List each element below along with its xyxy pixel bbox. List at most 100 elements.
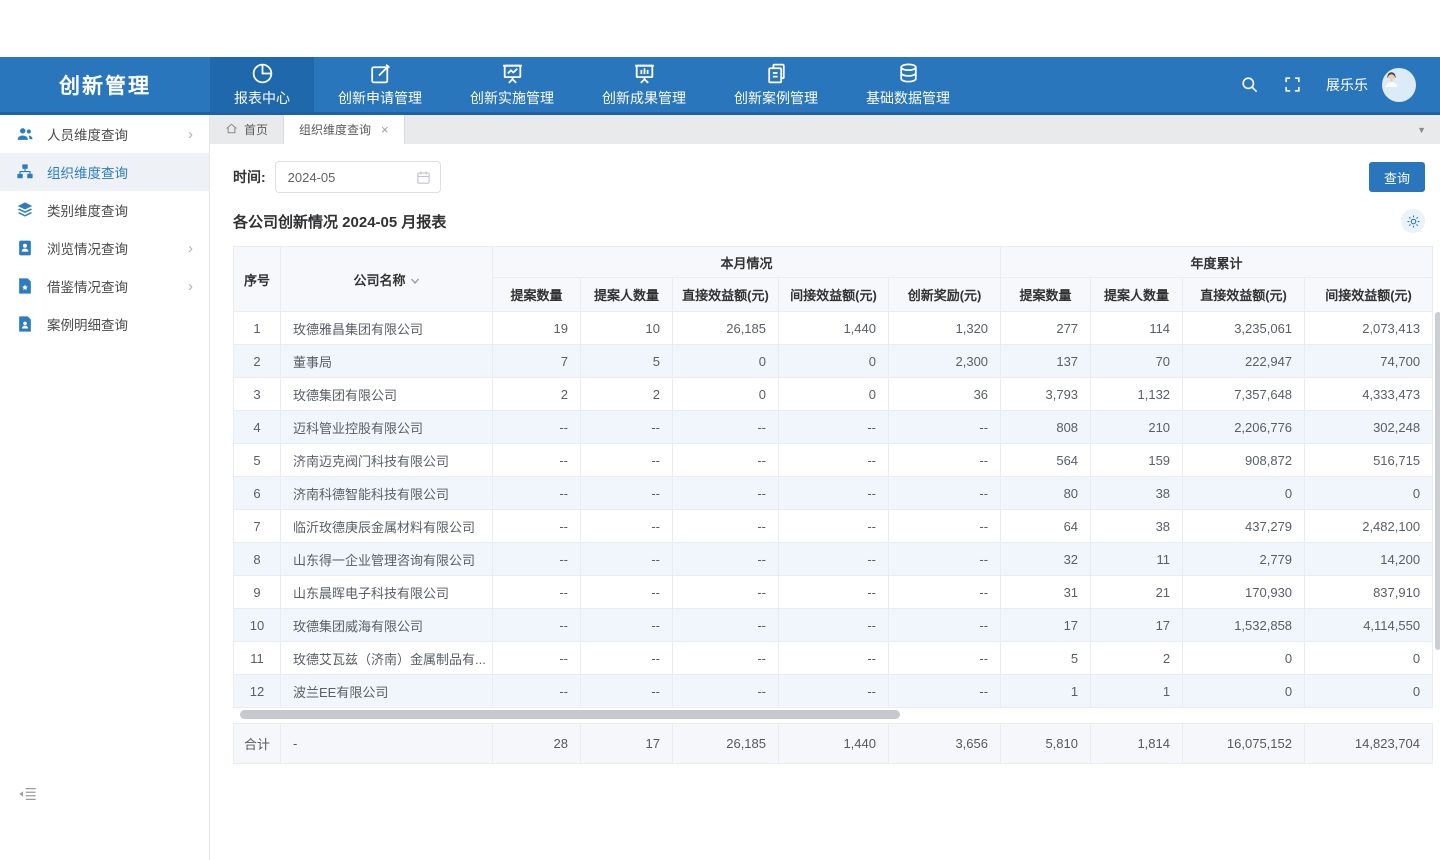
row-index-cell: 6 [234,477,281,510]
value-cell: 0 [779,345,889,378]
table-header: 序号 公司名称 本月情况 年度累计 提案数量 提案人数量 直接效益额(元) 间接… [234,247,1433,312]
value-cell: 5 [1001,642,1091,675]
sidebar-item-browse-status[interactable]: 浏览情况查询 › [0,229,209,267]
nav-item-innovation-results[interactable]: 创新成果管理 [578,57,710,112]
value-cell: -- [779,609,889,642]
value-cell: 277 [1001,312,1091,345]
sidebar: 人员维度查询 › 组织维度查询 类别维度查询 [0,115,210,860]
table-row: 12波兰EE有限公司----------1100 [234,675,1433,708]
sidebar-collapse-icon[interactable] [19,786,37,802]
value-cell: 21 [1091,576,1183,609]
value-cell: -- [779,576,889,609]
value-cell: 1,532,858 [1183,609,1305,642]
tab-org-dimension-query[interactable]: 组织维度查询 × [284,115,405,144]
horizontal-scrollbar-thumb[interactable] [240,710,900,719]
summary-row: 合计-281726,1851,4403,6565,8101,81416,075,… [234,724,1433,764]
sidebar-item-person-dimension[interactable]: 人员维度查询 › [0,115,209,153]
value-cell: 2,073,413 [1305,312,1433,345]
value-cell: 114 [1091,312,1183,345]
company-name-cell: 济南迈克阀门科技有限公司 [281,444,493,477]
summary-table: 合计-281726,1851,4403,6565,8101,81416,075,… [233,723,1433,764]
value-cell: -- [493,576,581,609]
tab-home[interactable]: 首页 [210,115,284,144]
sidebar-item-label: 人员维度查询 [47,124,128,144]
sort-caret-icon [410,276,420,286]
database-icon [896,61,921,86]
value-cell: -- [889,477,1001,510]
chevron-right-icon: › [188,127,193,142]
top-navbar: 创新管理 报表中心 创新申请管理 [0,57,1440,115]
col-header: 提案数量 [1001,278,1091,312]
table-row: 5济南迈克阀门科技有限公司----------564159908,872516,… [234,444,1433,477]
summary-label-cell: 合计 [234,724,281,764]
fullscreen-icon[interactable] [1283,75,1302,94]
col-header: 提案数量 [493,278,581,312]
nav-item-label: 基础数据管理 [866,88,950,108]
value-cell: -- [889,675,1001,708]
tab-list-dropdown-icon[interactable]: ▼ [1417,125,1440,135]
nav-item-base-data[interactable]: 基础数据管理 [842,57,974,112]
value-cell: -- [493,675,581,708]
value-cell: -- [581,576,673,609]
value-cell: -- [889,411,1001,444]
value-cell: 3,793 [1001,378,1091,411]
report-header: 各公司创新情况 2024-05 月报表 [233,209,1440,233]
value-cell: 74,700 [1305,345,1433,378]
tab-label: 首页 [244,121,268,138]
company-name-cell: 玫德雅昌集团有限公司 [281,312,493,345]
value-cell: 0 [1305,675,1433,708]
sidebar-item-org-dimension[interactable]: 组织维度查询 [0,153,209,191]
table-settings-button[interactable] [1401,209,1425,233]
col-header-company[interactable]: 公司名称 [281,247,493,312]
search-button[interactable]: 查询 [1369,162,1425,192]
value-cell: 1,440 [779,312,889,345]
value-cell: -- [673,510,779,543]
row-index-cell: 1 [234,312,281,345]
row-index-cell: 5 [234,444,281,477]
company-name-cell: 山东得一企业管理咨询有限公司 [281,543,493,576]
value-cell: -- [581,642,673,675]
value-cell: -- [493,609,581,642]
vertical-scrollbar-thumb[interactable] [1435,312,1440,650]
sidebar-item-reference-status[interactable]: 借鉴情况查询 › [0,267,209,305]
table-body: 1玫德雅昌集团有限公司191026,1851,4401,3202771143,2… [234,312,1433,708]
value-cell: -- [673,543,779,576]
table-row: 6济南科德智能科技有限公司----------803800 [234,477,1433,510]
row-index-cell: 10 [234,609,281,642]
value-cell: -- [581,609,673,642]
table-row: 9山东晨晖电子科技有限公司----------3121170,930837,91… [234,576,1433,609]
row-index-cell: 3 [234,378,281,411]
value-cell: -- [673,609,779,642]
col-group-current-month: 本月情况 [493,247,1001,278]
nav-item-report-center[interactable]: 报表中心 [210,57,314,112]
sidebar-item-case-detail[interactable]: 案例明细查询 [0,305,209,343]
value-cell: 2,779 [1183,543,1305,576]
nav-item-label: 创新成果管理 [602,88,686,108]
value-cell: 80 [1001,477,1091,510]
value-cell: 2 [581,378,673,411]
time-picker-input[interactable]: 2024-05 [275,161,441,193]
table-row: 7临沂玫德庚辰金属材料有限公司----------6438437,2792,48… [234,510,1433,543]
user-menu[interactable]: 展乐乐 [1326,68,1416,102]
value-cell: -- [889,510,1001,543]
tab-label: 组织维度查询 [299,121,371,138]
summary-value-cell: 28 [493,724,581,764]
nav-item-innovation-apply[interactable]: 创新申请管理 [314,57,446,112]
value-cell: 137 [1001,345,1091,378]
col-header: 提案人数量 [1091,278,1183,312]
chevron-right-icon: › [188,279,193,294]
nav-item-innovation-implement[interactable]: 创新实施管理 [446,57,578,112]
value-cell: -- [889,609,1001,642]
sidebar-item-category-dimension[interactable]: 类别维度查询 [0,191,209,229]
chevron-right-icon: › [188,241,193,256]
navbar-right-tools: 展乐乐 [1240,57,1440,112]
nav-item-innovation-cases[interactable]: 创新案例管理 [710,57,842,112]
col-header: 创新奖励(元) [889,278,1001,312]
value-cell: -- [779,642,889,675]
value-cell: 26,185 [673,312,779,345]
value-cell: 0 [1305,477,1433,510]
close-icon[interactable]: × [381,122,389,137]
search-icon[interactable] [1240,75,1259,94]
value-cell: 2,300 [889,345,1001,378]
main-content: 时间: 2024-05 查询 各公司创新情况 2024-05 月报表 [210,144,1440,860]
